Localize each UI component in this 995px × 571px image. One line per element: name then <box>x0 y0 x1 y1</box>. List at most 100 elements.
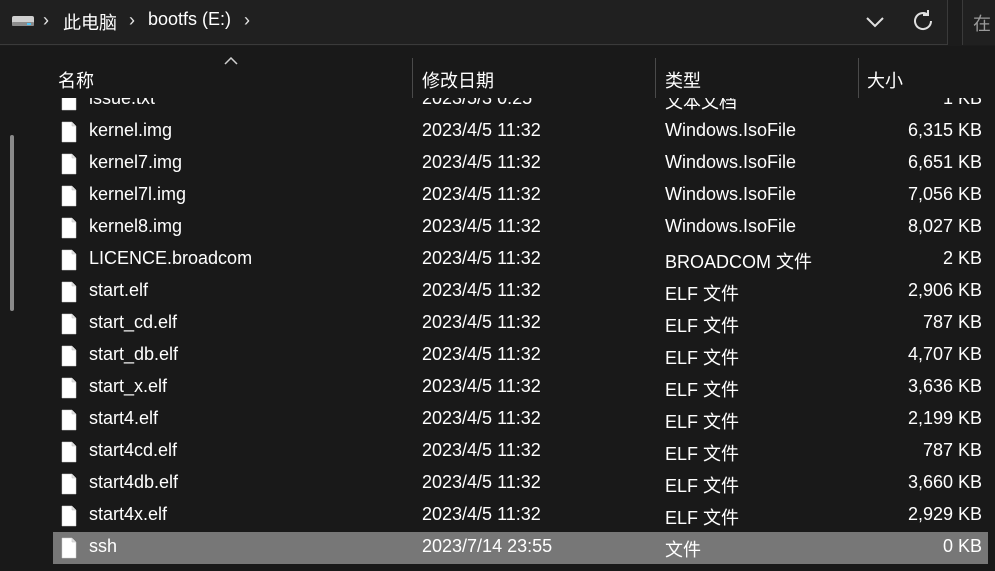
file-date: 2023/4/5 11:32 <box>422 312 541 332</box>
breadcrumb-bootfs[interactable]: bootfs (E:) <box>148 9 231 30</box>
file-size: 2,199 KB <box>907 408 982 428</box>
file-name: kernel7l.img <box>89 184 187 204</box>
file-icon <box>61 153 77 175</box>
file-icon <box>61 409 77 431</box>
search-placeholder: 在 <box>973 14 991 34</box>
file-icon <box>61 505 77 527</box>
file-row[interactable]: kernel7.img 2023/4/5 11:32 Windows.IsoFile… <box>53 148 988 180</box>
file-type: ELF 文件 <box>665 444 740 464</box>
file-size: 2,929 KB <box>907 504 982 524</box>
file-size: 6,315 KB <box>907 120 982 140</box>
file-icon <box>61 217 77 239</box>
file-row[interactable]: start.elf 2023/4/5 11:32 ELF 文件 2,906 KB <box>53 276 988 308</box>
file-date: 2023/4/5 11:32 <box>422 504 541 524</box>
file-date: 2023/4/5 11:32 <box>422 184 541 204</box>
file-row[interactable]: start_cd.elf 2023/4/5 11:32 ELF 文件 787 KB <box>53 308 988 340</box>
file-type: ELF 文件 <box>665 508 740 528</box>
file-icon <box>61 249 77 271</box>
file-name: kernel7.img <box>89 152 183 172</box>
search-input[interactable]: 在 <box>962 0 995 45</box>
file-row[interactable]: start4db.elf 2023/4/5 11:32 ELF 文件 3,660 KB <box>53 468 988 500</box>
file-name: start4cd.elf <box>89 440 178 460</box>
file-row[interactable]: start4.elf 2023/4/5 11:32 ELF 文件 2,199 KB <box>53 404 988 436</box>
file-date: 2023/4/5 11:32 <box>422 440 541 460</box>
file-row[interactable]: ssh 2023/7/14 23:55 文件 0 KB <box>53 532 988 564</box>
file-size: 2,906 KB <box>907 280 982 300</box>
file-name: start_cd.elf <box>89 312 178 332</box>
file-icon <box>61 537 77 559</box>
refresh-icon[interactable] <box>907 5 941 37</box>
chevron-down-icon[interactable] <box>858 6 892 38</box>
file-type: Windows.IsoFile <box>665 120 797 140</box>
file-icon <box>61 473 77 495</box>
file-name: start_x.elf <box>89 376 168 396</box>
breadcrumb-separator[interactable]: › <box>43 10 49 31</box>
file-date: 2023/4/5 11:32 <box>422 280 541 300</box>
file-date: 2023/4/5 11:32 <box>422 216 541 236</box>
file-row[interactable]: LICENCE.broadcom 2023/4/5 11:32 BROADCOM 文… <box>53 244 988 276</box>
breadcrumb-separator[interactable]: › <box>129 10 135 31</box>
file-row[interactable]: kernel8.img 2023/4/5 11:32 Windows.IsoFile… <box>53 212 988 244</box>
file-row[interactable]: kernel.img 2023/4/5 11:32 Windows.IsoFile 6… <box>53 116 988 148</box>
address-bar[interactable]: › 此电脑 › bootfs (E:) › <box>0 0 948 45</box>
file-size: 3,660 KB <box>907 472 982 492</box>
navigation-bar: › 此电脑 › bootfs (E:) › 在 <box>0 0 995 46</box>
file-icon <box>61 121 77 143</box>
file-type: Windows.IsoFile <box>665 184 797 204</box>
column-header-date[interactable]: 修改日期 <box>422 67 494 93</box>
file-row[interactable]: start4x.elf 2023/4/5 11:32 ELF 文件 2,929 KB <box>53 500 988 532</box>
file-type: ELF 文件 <box>665 380 740 400</box>
file-size: 0 KB <box>942 536 982 556</box>
file-size: 787 KB <box>922 440 982 460</box>
file-size: 787 KB <box>922 312 982 332</box>
file-type: ELF 文件 <box>665 348 740 368</box>
file-type: ELF 文件 <box>665 284 740 304</box>
file-date: 2023/4/5 11:32 <box>422 248 541 268</box>
file-date: 2023/4/5 11:32 <box>422 408 541 428</box>
file-icon <box>61 185 77 207</box>
file-name: start4x.elf <box>89 504 168 524</box>
column-header-type[interactable]: 类型 <box>665 67 701 93</box>
file-name: start4db.elf <box>89 472 179 492</box>
file-date: 2023/7/14 23:55 <box>422 536 553 556</box>
file-icon <box>61 345 77 367</box>
column-header-size[interactable]: 大小 <box>867 67 903 93</box>
column-divider[interactable] <box>858 58 859 98</box>
file-type: ELF 文件 <box>665 412 740 432</box>
sort-up-icon <box>224 57 238 65</box>
file-row[interactable]: kernel7l.img 2023/4/5 11:32 Windows.IsoFil… <box>53 180 988 212</box>
file-date: 2023/4/5 11:32 <box>422 344 541 364</box>
column-header-name[interactable]: 名称 <box>58 67 94 93</box>
file-type: Windows.IsoFile <box>665 152 797 172</box>
file-icon <box>61 281 77 303</box>
file-size: 6,651 KB <box>907 152 982 172</box>
file-type: BROADCOM 文件 <box>665 252 813 272</box>
file-type: ELF 文件 <box>665 316 740 336</box>
file-name: start4.elf <box>89 408 159 428</box>
column-headers: 名称 修改日期 类型 大小 <box>40 56 995 98</box>
file-icon <box>61 313 77 335</box>
file-date: 2023/4/5 11:32 <box>422 376 541 396</box>
file-date: 2023/4/5 11:32 <box>422 472 541 492</box>
breadcrumb-this-pc[interactable]: 此电脑 <box>63 9 117 35</box>
file-icon <box>61 377 77 399</box>
file-row[interactable]: start_x.elf 2023/4/5 11:32 ELF 文件 3,636 KB <box>53 372 988 404</box>
file-date: 2023/4/5 11:32 <box>422 120 541 140</box>
file-row[interactable]: start4cd.elf 2023/4/5 11:32 ELF 文件 787 KB <box>53 436 988 468</box>
column-divider[interactable] <box>412 58 413 98</box>
file-row[interactable]: start_db.elf 2023/4/5 11:32 ELF 文件 4,707 KB <box>53 340 988 372</box>
file-name: kernel8.img <box>89 216 183 236</box>
file-size: 3,636 KB <box>907 376 982 396</box>
file-size: 8,027 KB <box>907 216 982 236</box>
file-size: 4,707 KB <box>907 344 982 364</box>
file-icon <box>61 441 77 463</box>
column-divider[interactable] <box>655 58 656 98</box>
breadcrumb-separator[interactable]: › <box>244 10 250 31</box>
file-name: ssh <box>89 536 118 556</box>
drive-icon <box>12 16 34 26</box>
file-list: issue.txt 2023/5/3 0:25 文本文档 1 KB kernel.img… <box>0 86 995 571</box>
file-name: start.elf <box>89 280 149 300</box>
file-type: 文件 <box>665 540 701 560</box>
file-type: ELF 文件 <box>665 476 740 496</box>
file-name: LICENCE.broadcom <box>89 248 253 268</box>
